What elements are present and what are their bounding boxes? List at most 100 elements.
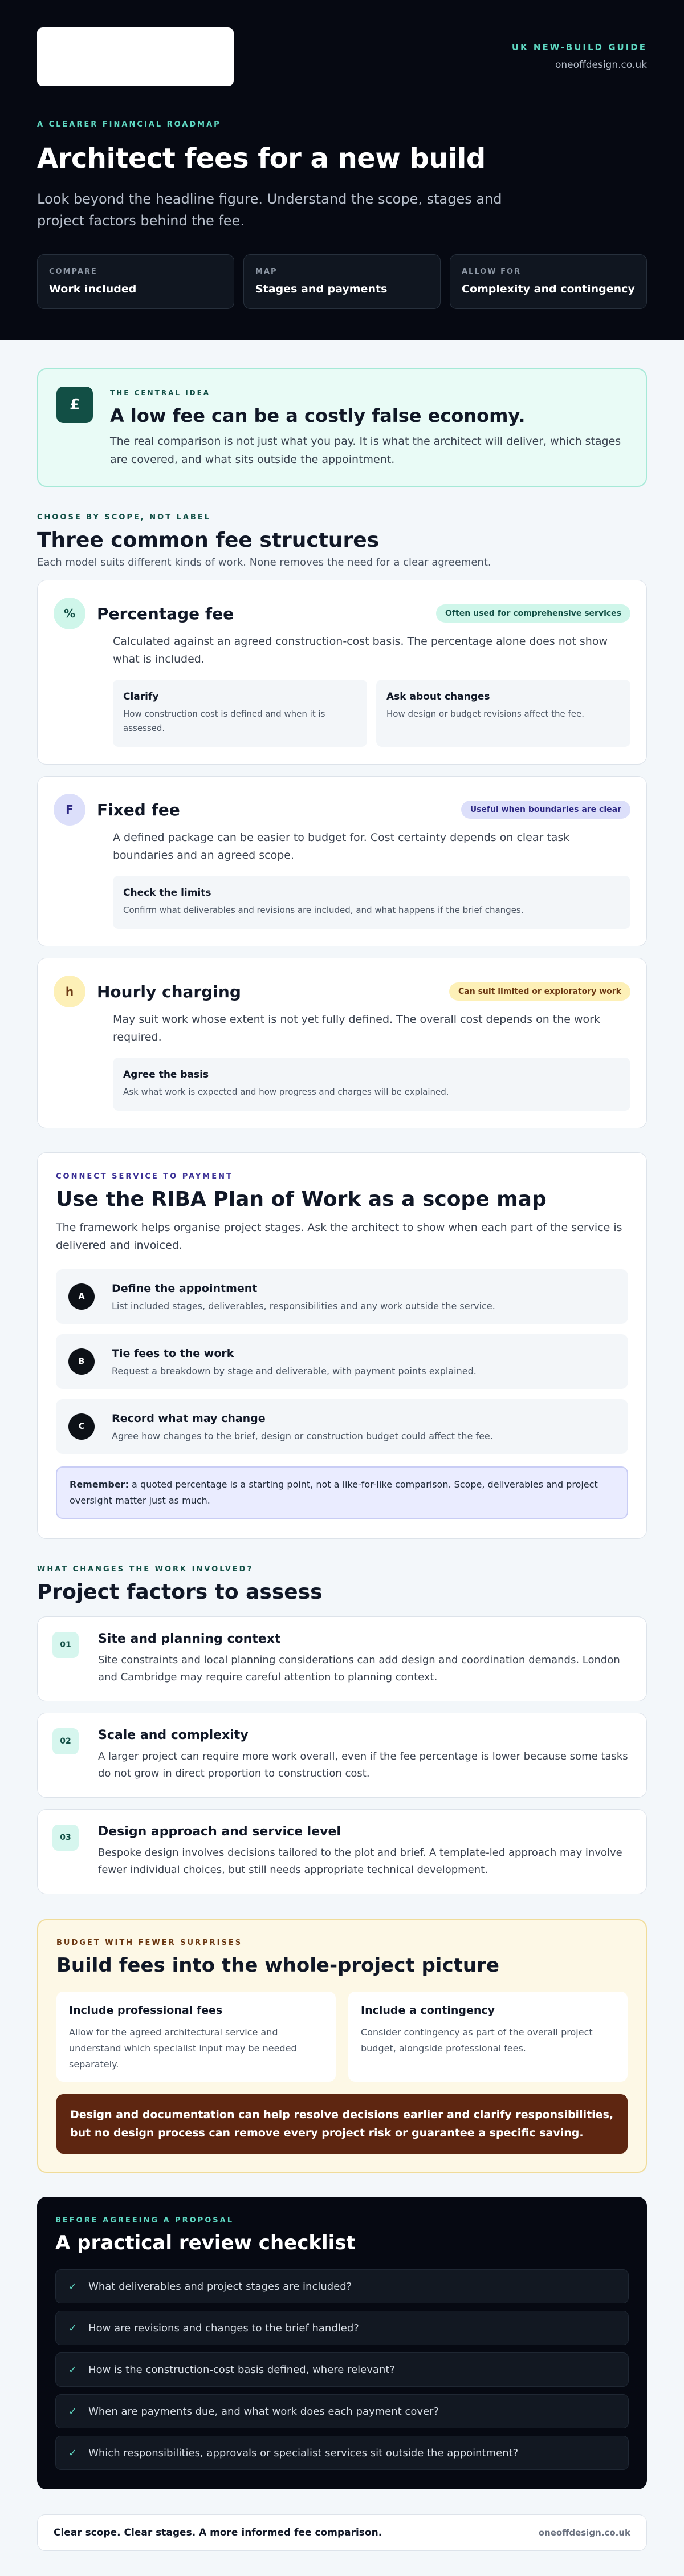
fee-card-fixed: F Fixed fee Useful when boundaries are c… bbox=[37, 776, 647, 946]
hero-section: UK NEW-BUILD GUIDE oneoffdesign.co.uk A … bbox=[0, 0, 684, 340]
idea-title: A low fee can be a costly false economy. bbox=[110, 405, 526, 426]
logo[interactable] bbox=[37, 27, 234, 86]
percent-icon: % bbox=[54, 598, 85, 629]
checklist-section: BEFORE AGREEING A PROPOSAL A practical r… bbox=[37, 2197, 647, 2489]
checklist-item-text: What deliverables and project stages are… bbox=[88, 2280, 352, 2293]
riba-text: The framework helps organise project sta… bbox=[56, 1221, 622, 1252]
factor-number: 01 bbox=[52, 1632, 79, 1658]
hero-eyebrow: A CLEARER FINANCIAL ROADMAP bbox=[37, 120, 221, 129]
step-title: Tie fees to the work bbox=[112, 1347, 234, 1360]
fee-tip-title: Check the limits bbox=[123, 887, 211, 899]
checklist-item-text: Which responsibilities, approvals or spe… bbox=[88, 2447, 519, 2459]
footer: Clear scope. Clear stages. A more inform… bbox=[37, 2514, 647, 2551]
fee-name: Hourly charging bbox=[97, 982, 241, 1001]
fee-description: Calculated against an agreed constructio… bbox=[113, 635, 608, 665]
check-icon: ✓ bbox=[68, 2363, 78, 2376]
checklist-item: ✓ How are revisions and changes to the b… bbox=[55, 2311, 629, 2345]
checklist-item-text: When are payments due, and what work doe… bbox=[88, 2405, 439, 2417]
budget-callout: Design and documentation can help resolv… bbox=[56, 2094, 628, 2154]
step-item: B Tie fees to the work Request a breakdo… bbox=[56, 1334, 628, 1389]
factor-card: 01 Site and planning context Site constr… bbox=[37, 1616, 647, 1701]
hero-pill-map: MAP Stages and payments bbox=[243, 254, 441, 309]
budget-box-title: Include professional fees bbox=[69, 2004, 223, 2017]
central-idea-card: £ THE CENTRAL IDEA A low fee can be a co… bbox=[37, 368, 647, 487]
footer-text: Clear scope. Clear stages. A more inform… bbox=[54, 2527, 382, 2538]
fee-tag: Often used for comprehensive services bbox=[436, 604, 630, 623]
fee-name: Fixed fee bbox=[97, 800, 180, 819]
hourly-icon: h bbox=[54, 976, 85, 1007]
riba-section: CONNECT SERVICE TO PAYMENT Use the RIBA … bbox=[37, 1152, 647, 1539]
fee-description: May suit work whose extent is not yet fu… bbox=[113, 1013, 600, 1043]
budget-eyebrow: BUDGET WITH FEWER SURPRISES bbox=[56, 1939, 243, 1947]
hero-pill-compare: COMPARE Work included bbox=[37, 254, 234, 309]
factor-title: Design approach and service level bbox=[98, 1825, 341, 1839]
fee-tag: Can suit limited or exploratory work bbox=[449, 982, 630, 1001]
pill-label: MAP bbox=[255, 267, 278, 276]
budget-title: Build fees into the whole-project pictur… bbox=[56, 1954, 499, 1977]
factors-eyebrow: WHAT CHANGES THE WORK INVOLVED? bbox=[37, 1565, 253, 1574]
footer-site-link[interactable]: oneoffdesign.co.uk bbox=[539, 2528, 630, 2538]
factor-card: 02 Scale and complexity A larger project… bbox=[37, 1713, 647, 1798]
checklist-item: ✓ How is the construction-cost basis def… bbox=[55, 2352, 629, 2387]
riba-title: Use the RIBA Plan of Work as a scope map bbox=[56, 1188, 547, 1211]
fee-tip: Agree the basis Ask what work is expecte… bbox=[113, 1058, 630, 1111]
fee-tip-title: Agree the basis bbox=[123, 1069, 209, 1080]
checklist-eyebrow: BEFORE AGREEING A PROPOSAL bbox=[55, 2216, 234, 2225]
page-title: Architect fees for a new build bbox=[37, 143, 486, 174]
factor-text: A larger project can require more work o… bbox=[98, 1750, 628, 1779]
fee-tip-text: How construction cost is defined and whe… bbox=[123, 709, 325, 733]
pill-value: Stages and payments bbox=[255, 283, 388, 295]
checklist-item: ✓ What deliverables and project stages a… bbox=[55, 2269, 629, 2303]
pill-value: Work included bbox=[49, 283, 137, 295]
step-text: Request a breakdown by stage and deliver… bbox=[112, 1365, 477, 1376]
guide-label: UK NEW-BUILD GUIDE bbox=[511, 42, 647, 52]
budget-box: Include professional fees Allow for the … bbox=[56, 1992, 336, 2082]
factor-title: Scale and complexity bbox=[98, 1728, 249, 1742]
factor-number: 02 bbox=[52, 1728, 79, 1754]
fee-tag: Useful when boundaries are clear bbox=[461, 801, 630, 819]
hero-lead: Look beyond the headline figure. Underst… bbox=[37, 191, 502, 229]
fee-tip-text: How design or budget revisions affect th… bbox=[386, 709, 584, 719]
pill-label: ALLOW FOR bbox=[462, 267, 522, 276]
structures-subtitle: Each model suits different kinds of work… bbox=[37, 556, 491, 568]
hero-pill-allow-for: ALLOW FOR Complexity and contingency bbox=[450, 254, 647, 309]
factor-number: 03 bbox=[52, 1825, 79, 1851]
step-title: Define the appointment bbox=[112, 1282, 258, 1295]
remember-text: a quoted percentage is a starting point,… bbox=[70, 1479, 598, 1506]
step-title: Record what may change bbox=[112, 1412, 266, 1425]
remember-note: Remember: a quoted percentage is a start… bbox=[56, 1466, 628, 1519]
riba-eyebrow: CONNECT SERVICE TO PAYMENT bbox=[56, 1172, 233, 1181]
step-text: Agree how changes to the brief, design o… bbox=[112, 1430, 493, 1441]
idea-text: The real comparison is not just what you… bbox=[110, 435, 621, 466]
pill-label: COMPARE bbox=[49, 267, 97, 276]
check-icon: ✓ bbox=[68, 2280, 78, 2293]
fee-description: A defined package can be easier to budge… bbox=[113, 831, 570, 862]
fee-tip-title: Ask about changes bbox=[386, 691, 490, 702]
checklist-item: ✓ Which responsibilities, approvals or s… bbox=[55, 2436, 629, 2470]
checklist-item: ✓ When are payments due, and what work d… bbox=[55, 2394, 629, 2428]
fee-name: Percentage fee bbox=[97, 604, 234, 623]
budget-box-title: Include a contingency bbox=[361, 2004, 495, 2017]
fee-tip: Check the limits Confirm what deliverabl… bbox=[113, 876, 630, 929]
factor-card: 03 Design approach and service level Bes… bbox=[37, 1809, 647, 1894]
step-number: B bbox=[68, 1348, 95, 1375]
budget-box-text: Allow for the agreed architectural servi… bbox=[69, 2027, 297, 2070]
factor-text: Site constraints and local planning cons… bbox=[98, 1654, 620, 1683]
checklist-title: A practical review checklist bbox=[55, 2232, 356, 2254]
fee-tip: Clarify How construction cost is defined… bbox=[113, 680, 367, 747]
fee-tip-text: Ask what work is expected and how progre… bbox=[123, 1087, 449, 1097]
pill-value: Complexity and contingency bbox=[462, 283, 635, 295]
step-text: List included stages, deliverables, resp… bbox=[112, 1300, 495, 1311]
fee-tip-text: Confirm what deliverables and revisions … bbox=[123, 905, 524, 915]
step-number: A bbox=[68, 1283, 95, 1310]
pound-icon: £ bbox=[56, 387, 93, 423]
fee-tip: Ask about changes How design or budget r… bbox=[376, 680, 630, 747]
budget-box: Include a contingency Consider contingen… bbox=[348, 1992, 628, 2082]
remember-label: Remember: bbox=[70, 1479, 129, 1490]
checklist-item-text: How is the construction-cost basis defin… bbox=[88, 2363, 395, 2376]
fixed-fee-icon: F bbox=[54, 794, 85, 826]
site-link[interactable]: oneoffdesign.co.uk bbox=[512, 59, 647, 71]
step-item: A Define the appointment List included s… bbox=[56, 1269, 628, 1324]
factor-title: Site and planning context bbox=[98, 1632, 281, 1646]
fee-tip-title: Clarify bbox=[123, 691, 159, 702]
